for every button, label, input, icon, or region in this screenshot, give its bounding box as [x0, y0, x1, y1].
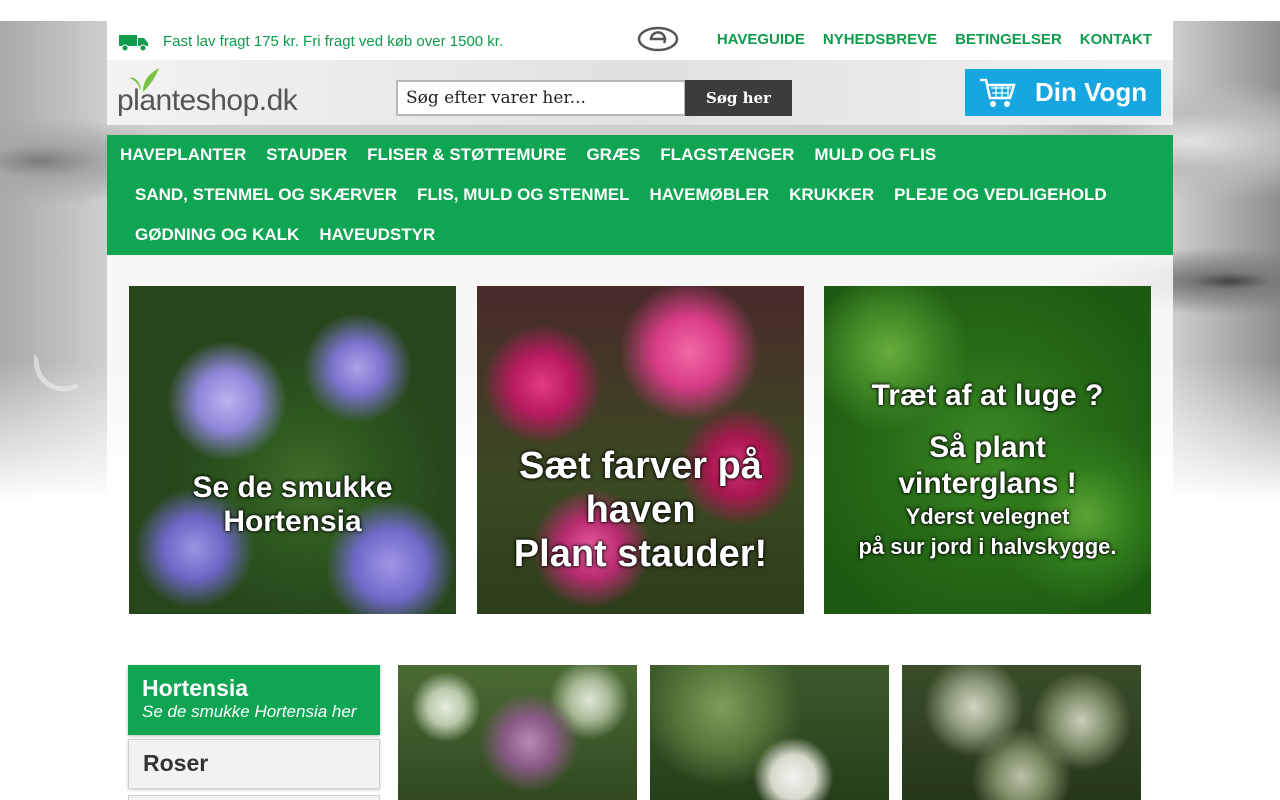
- nav-pleje-vedligehold[interactable]: PLEJE OG VEDLIGEHOLD: [894, 185, 1107, 205]
- nav-stauder[interactable]: STAUDER: [266, 145, 347, 165]
- banner-vinterglans[interactable]: Træt af at luge ? Så plant vinterglans !…: [824, 286, 1151, 614]
- banner-text: Plant stauder!: [513, 533, 768, 575]
- nav-godning-kalk[interactable]: GØDNING OG KALK: [135, 225, 299, 245]
- top-links: HAVEGUIDE NYHEDSBREVE BETINGELSER KONTAK…: [717, 31, 1152, 48]
- truck-icon: [119, 35, 148, 51]
- sidebar-item-roser[interactable]: Roser: [128, 739, 380, 789]
- nav-fliser-stottemure[interactable]: FLISER & STØTTEMURE: [367, 145, 566, 165]
- banner-text: på sur jord i halvskygge.: [858, 534, 1117, 559]
- content-area: Se de smukke Hortensia Sæt farver på hav…: [107, 255, 1173, 800]
- nav-row: HAVEPLANTER STAUDER FLISER & STØTTEMURE …: [120, 145, 936, 165]
- nav-krukker[interactable]: KRUKKER: [789, 185, 874, 205]
- nav-havemobler[interactable]: HAVEMØBLER: [649, 185, 769, 205]
- banner-text: vinterglans !: [898, 467, 1077, 500]
- nav-flis-muld-stenmel[interactable]: FLIS, MULD OG STENMEL: [417, 185, 630, 205]
- cart-label: Din Vogn: [1035, 77, 1148, 107]
- logo[interactable]: planteshop.dk: [117, 64, 302, 120]
- product-thumb[interactable]: [398, 665, 637, 800]
- link-kontakt[interactable]: KONTAKT: [1080, 31, 1152, 48]
- top-bar: Fast lav fragt 175 kr. Fri fragt ved køb…: [107, 21, 1173, 60]
- search-button[interactable]: Søg her: [685, 80, 792, 116]
- banner-hortensia[interactable]: Se de smukke Hortensia: [129, 286, 456, 614]
- nav-muld-og-flis[interactable]: MULD OG FLIS: [814, 145, 936, 165]
- banner-text: haven: [585, 489, 696, 531]
- nav-row: SAND, STENMEL OG SKÆRVER FLIS, MULD OG S…: [135, 185, 1107, 205]
- cart-button[interactable]: Din Vogn: [965, 69, 1161, 116]
- product-thumb[interactable]: [650, 665, 889, 800]
- sidebar-item-title: Roser: [143, 750, 209, 776]
- link-haveguide[interactable]: HAVEGUIDE: [717, 31, 805, 48]
- sidebar-item-next[interactable]: [128, 795, 380, 800]
- search-input[interactable]: Søg efter varer her...: [396, 80, 686, 116]
- banner-text: Sæt farver på: [519, 445, 762, 487]
- page-container: Fast lav fragt 175 kr. Fri fragt ved køb…: [107, 21, 1173, 800]
- nav-flagstaenger[interactable]: FLAGSTÆNGER: [660, 145, 794, 165]
- nav-haveplanter[interactable]: HAVEPLANTER: [120, 145, 246, 165]
- e-mark-icon[interactable]: [637, 26, 679, 52]
- sidebar-item-subtitle: Se de smukke Hortensia her: [142, 702, 357, 721]
- link-betingelser[interactable]: BETINGELSER: [955, 31, 1062, 48]
- banner-stauder[interactable]: Sæt farver på haven Plant stauder!: [477, 286, 804, 614]
- nav-haveudstyr[interactable]: HAVEUDSTYR: [319, 225, 435, 245]
- banner-text: Se de smukke: [192, 471, 393, 504]
- nav-row: GØDNING OG KALK HAVEUDSTYR: [135, 225, 435, 245]
- banner-text: Yderst velegnet: [905, 504, 1070, 529]
- site-header: planteshop.dk Søg efter varer her... Søg…: [107, 60, 1173, 125]
- product-thumb[interactable]: [902, 665, 1141, 800]
- cart-icon: [980, 78, 1016, 107]
- nav-sand-stenmel-skaerver[interactable]: SAND, STENMEL OG SKÆRVER: [135, 185, 397, 205]
- nav-graes[interactable]: GRÆS: [586, 145, 640, 165]
- banner-text: Så plant: [929, 431, 1046, 464]
- sidebar-item-title: Hortensia: [142, 675, 249, 701]
- banner-text: Træt af at luge ?: [871, 379, 1104, 412]
- main-nav: HAVEPLANTER STAUDER FLISER & STØTTEMURE …: [107, 135, 1173, 255]
- logo-text: planteshop.dk: [117, 84, 298, 117]
- link-nyhedsbreve[interactable]: NYHEDSBREVE: [823, 31, 937, 48]
- banner-text: Hortensia: [223, 505, 362, 538]
- shipping-info: Fast lav fragt 175 kr. Fri fragt ved køb…: [163, 33, 504, 50]
- background-worm: [27, 353, 93, 399]
- sidebar-item-hortensia[interactable]: Hortensia Se de smukke Hortensia her: [128, 665, 380, 735]
